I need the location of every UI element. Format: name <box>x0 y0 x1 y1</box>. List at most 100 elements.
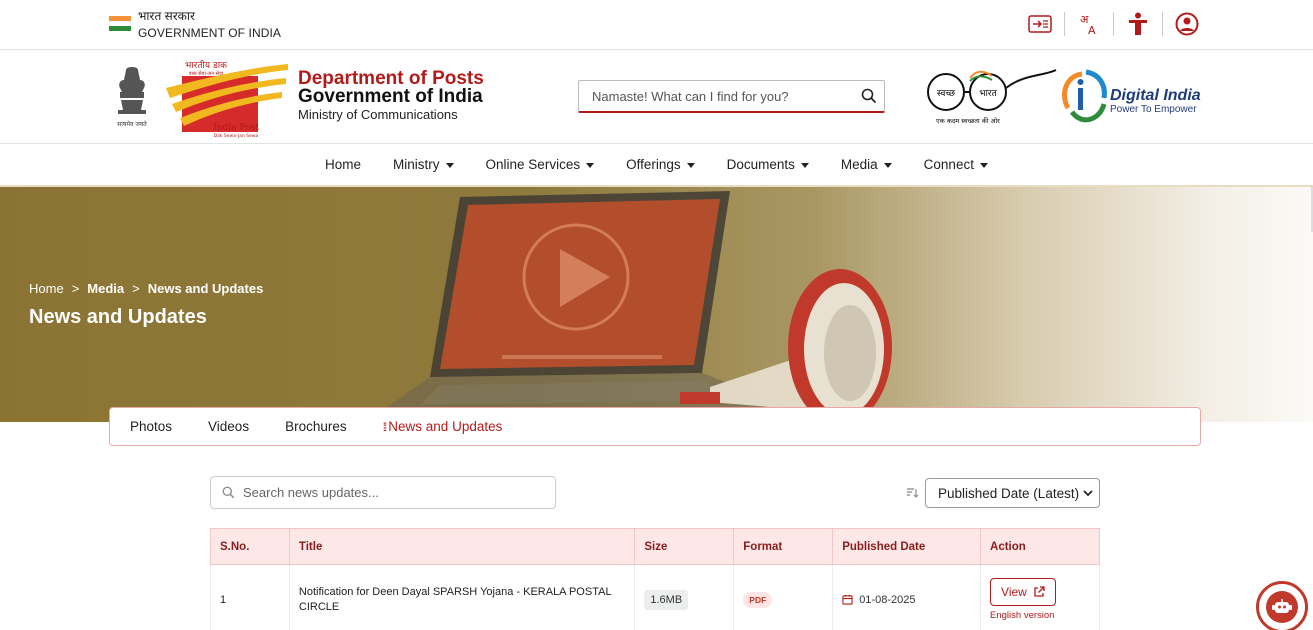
hero-illustration <box>380 191 892 422</box>
size-badge: 1.6MB <box>644 589 689 610</box>
nav-label: Ministry <box>393 157 440 172</box>
skip-to-content-icon[interactable] <box>1024 10 1056 38</box>
hero-banner: Home > Media > News and Updates News and… <box>0 187 1313 422</box>
cell-format: PDF <box>733 564 834 630</box>
search-icon <box>213 486 243 499</box>
divider <box>1162 12 1163 36</box>
caret-down-icon <box>883 163 892 168</box>
tab-label: News and Updates <box>388 419 503 434</box>
table-header-row: S.No. Title Size Format Published Date A… <box>210 528 1100 565</box>
cell-title: Notification for Deen Dayal SPARSH Yojan… <box>288 564 636 630</box>
published-date: 01-08-2025 <box>859 593 916 606</box>
header-action: Action <box>980 528 1100 565</box>
breadcrumb: Home > Media > News and Updates <box>29 281 263 296</box>
breadcrumb-separator: > <box>132 281 140 296</box>
nav-label: Offerings <box>626 157 681 172</box>
tab-news-and-updates[interactable]: ⁞⁞ News and Updates <box>365 419 521 434</box>
digital-india-text: Digital India <box>1110 87 1201 104</box>
header-title: Title <box>288 528 636 565</box>
nav-label: Home <box>325 157 362 172</box>
nav-item-ministry[interactable]: Ministry <box>377 157 470 172</box>
sort-select[interactable]: Published Date (Latest) <box>925 478 1100 508</box>
nav-item-online-services[interactable]: Online Services <box>470 157 611 172</box>
header-size: Size <box>634 528 735 565</box>
utility-icons: अA <box>1024 10 1203 38</box>
tab-brochures[interactable]: Brochures <box>267 419 365 434</box>
india-post-tagline-hi: डाक सेवा-जन सेवा <box>188 70 224 77</box>
india-post-tagline-en: Dak Sewa-Jan Sewa <box>214 133 259 139</box>
chatbot-robot-icon <box>1266 591 1298 623</box>
india-flag-icon <box>109 16 131 31</box>
department-government: Government of India <box>298 86 483 107</box>
caret-down-icon <box>445 163 454 168</box>
nav-label: Media <box>840 157 878 172</box>
media-tabs: Photos Videos Brochures ⁞⁞ News and Upda… <box>109 407 1201 446</box>
search-icon[interactable] <box>854 81 884 111</box>
government-strip: भारत सरकार GOVERNMENT OF INDIA अA <box>0 0 1313 50</box>
grip-icon: ⁞⁞ <box>382 419 387 434</box>
breadcrumb-home[interactable]: Home <box>29 281 64 296</box>
nav-item-media[interactable]: Media <box>825 157 908 172</box>
gov-hindi-label: भारत सरकार <box>138 9 195 23</box>
digital-india-tagline: Power To Empower <box>1110 104 1197 115</box>
cell-sno: 1 <box>210 564 290 630</box>
site-search-box <box>578 80 885 113</box>
cell-action: View English version <box>980 564 1100 630</box>
sort-selected-value: Published Date (Latest) <box>938 485 1080 501</box>
chatbot-button[interactable] <box>1256 581 1308 630</box>
caret-down-icon <box>979 163 988 168</box>
view-button[interactable]: View <box>990 578 1056 606</box>
calendar-icon <box>842 594 853 605</box>
header-published-date: Published Date <box>832 528 982 565</box>
india-post-hindi: भारतीय डाक <box>185 59 228 71</box>
divider <box>1113 12 1114 36</box>
nav-item-connect[interactable]: Connect <box>908 157 1004 172</box>
table-row: 1 Notification for Deen Dayal SPARSH Yoj… <box>210 564 1100 630</box>
view-button-label: View <box>1001 585 1027 599</box>
gov-english-label: GOVERNMENT OF INDIA <box>138 26 282 40</box>
nav-label: Documents <box>726 157 795 172</box>
ministry-label: Ministry of Communications <box>298 107 458 122</box>
page-title: News and Updates <box>29 306 207 328</box>
language-label: English version <box>990 610 1055 621</box>
nav-item-home[interactable]: Home <box>309 157 377 172</box>
emblem-caption: सत्यमेव जयते <box>117 120 147 128</box>
chevron-down-icon <box>1083 490 1093 497</box>
caret-down-icon <box>686 163 695 168</box>
cell-size: 1.6MB <box>634 564 735 630</box>
language-icon[interactable]: अA <box>1073 10 1105 38</box>
swachh-right-text: भारत <box>979 89 997 99</box>
sort-icon <box>907 488 919 498</box>
national-emblem-icon[interactable]: सत्यमेव जयते <box>112 64 152 130</box>
digital-india-logo[interactable]: Digital India Power To Empower <box>1060 68 1205 126</box>
caret-down-icon <box>800 163 809 168</box>
nav-item-offerings[interactable]: Offerings <box>610 157 711 172</box>
breadcrumb-separator: > <box>71 281 80 296</box>
caret-down-icon <box>586 163 595 168</box>
cell-date: 01-08-2025 <box>832 564 982 630</box>
india-post-logo[interactable]: भारतीय डाक डाक सेवा-जन सेवा India Post D… <box>166 58 288 140</box>
header-format: Format <box>733 528 834 565</box>
header-sno: S.No. <box>210 528 290 565</box>
india-post-name: India Post <box>213 123 259 133</box>
nav-item-documents[interactable]: Documents <box>711 157 825 172</box>
site-search-input[interactable] <box>579 88 854 104</box>
svg-text:A: A <box>1088 24 1096 36</box>
format-badge: PDF <box>743 591 773 608</box>
tab-photos[interactable]: Photos <box>112 419 190 434</box>
news-table: S.No. Title Size Format Published Date A… <box>210 528 1100 630</box>
swachh-left-text: स्वच्छ <box>937 89 956 99</box>
swachh-bharat-logo[interactable]: स्वच्छ भारत एक कदम स्वच्छता की ओर <box>924 66 1058 126</box>
tab-videos[interactable]: Videos <box>190 419 267 434</box>
breadcrumb-media[interactable]: Media <box>87 281 124 296</box>
user-account-icon[interactable] <box>1171 10 1203 38</box>
swachh-caption: एक कदम स्वच्छता की ओर <box>936 117 1000 125</box>
breadcrumb-current: News and Updates <box>147 281 264 296</box>
accessibility-icon[interactable] <box>1122 10 1154 38</box>
nav-label: Online Services <box>485 157 581 172</box>
news-search-input[interactable] <box>243 485 555 500</box>
nav-label: Connect <box>923 157 974 172</box>
external-link-icon <box>1034 586 1045 597</box>
news-search-box <box>210 476 556 509</box>
main-navigation: Home Ministry Online Services Offerings … <box>0 144 1313 187</box>
